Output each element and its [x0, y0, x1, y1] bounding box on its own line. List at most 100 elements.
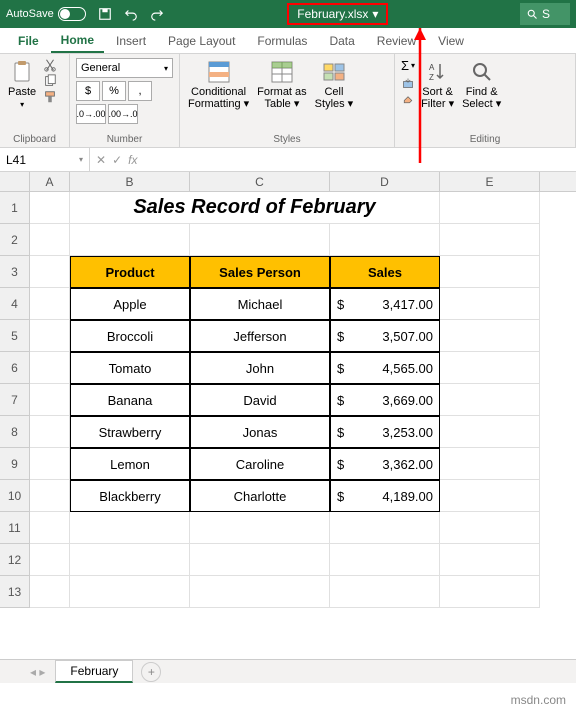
cell[interactable]: Charlotte	[190, 480, 330, 512]
cell[interactable]: Broccoli	[70, 320, 190, 352]
paste-button[interactable]: Paste ▾	[6, 58, 38, 111]
cell[interactable]: Caroline	[190, 448, 330, 480]
cell[interactable]: Apple	[70, 288, 190, 320]
cell[interactable]	[70, 224, 190, 256]
cell[interactable]	[70, 512, 190, 544]
cell[interactable]	[440, 352, 540, 384]
cell[interactable]	[30, 352, 70, 384]
cell[interactable]	[30, 256, 70, 288]
cell[interactable]	[190, 224, 330, 256]
cell[interactable]	[440, 448, 540, 480]
tab-formulas[interactable]: Formulas	[247, 30, 317, 52]
cell[interactable]: Michael	[190, 288, 330, 320]
percent-format-button[interactable]: %	[102, 81, 126, 101]
increase-decimal-button[interactable]: .0→.00	[76, 104, 106, 124]
col-header-d[interactable]: D	[330, 172, 440, 191]
cell[interactable]	[30, 224, 70, 256]
cell[interactable]: $3,253.00	[330, 416, 440, 448]
undo-icon[interactable]	[122, 5, 140, 23]
add-sheet-button[interactable]: +	[141, 662, 161, 682]
cell[interactable]: Sales	[330, 256, 440, 288]
cell[interactable]	[30, 544, 70, 576]
row-header[interactable]: 9	[0, 448, 30, 480]
cell[interactable]	[440, 544, 540, 576]
cancel-icon[interactable]: ✕	[96, 153, 106, 167]
copy-icon[interactable]	[42, 74, 58, 88]
row-header[interactable]: 6	[0, 352, 30, 384]
tab-page-layout[interactable]: Page Layout	[158, 30, 245, 52]
cell[interactable]	[330, 512, 440, 544]
cell[interactable]	[440, 256, 540, 288]
cell[interactable]: Sales Person	[190, 256, 330, 288]
cell[interactable]: Jefferson	[190, 320, 330, 352]
select-all-corner[interactable]	[0, 172, 30, 191]
cell[interactable]	[190, 544, 330, 576]
row-header[interactable]: 10	[0, 480, 30, 512]
cell[interactable]	[70, 576, 190, 608]
col-header-c[interactable]: C	[190, 172, 330, 191]
row-header[interactable]: 4	[0, 288, 30, 320]
cell[interactable]	[330, 544, 440, 576]
row-header[interactable]: 11	[0, 512, 30, 544]
cell[interactable]	[330, 224, 440, 256]
tab-home[interactable]: Home	[51, 29, 104, 53]
tab-file[interactable]: File	[8, 30, 49, 52]
cell[interactable]	[440, 480, 540, 512]
redo-icon[interactable]	[148, 5, 166, 23]
cell[interactable]: $3,362.00	[330, 448, 440, 480]
cell[interactable]	[440, 288, 540, 320]
cell[interactable]	[30, 416, 70, 448]
spreadsheet-grid[interactable]: A B C D E 1Sales Record of February23Pro…	[0, 172, 576, 608]
format-painter-icon[interactable]	[42, 90, 58, 104]
row-header[interactable]: 8	[0, 416, 30, 448]
tab-insert[interactable]: Insert	[106, 30, 156, 52]
cell[interactable]	[440, 192, 540, 224]
cell[interactable]	[30, 384, 70, 416]
row-header[interactable]: 12	[0, 544, 30, 576]
cell[interactable]	[440, 512, 540, 544]
cell[interactable]: Lemon	[70, 448, 190, 480]
cell[interactable]: David	[190, 384, 330, 416]
cell-styles-button[interactable]: CellStyles ▾	[313, 58, 356, 112]
cell[interactable]	[30, 512, 70, 544]
tab-view[interactable]: View	[428, 30, 474, 52]
row-header[interactable]: 7	[0, 384, 30, 416]
row-header[interactable]: 5	[0, 320, 30, 352]
cell[interactable]: John	[190, 352, 330, 384]
cell[interactable]: Blackberry	[70, 480, 190, 512]
row-header[interactable]: 2	[0, 224, 30, 256]
enter-icon[interactable]: ✓	[112, 153, 122, 167]
fill-button[interactable]	[401, 77, 415, 89]
fx-icon[interactable]: fx	[128, 153, 137, 167]
cut-icon[interactable]	[42, 58, 58, 72]
row-header[interactable]: 13	[0, 576, 30, 608]
sheet-nav[interactable]: ◂ ▸	[30, 665, 45, 679]
cell[interactable]	[30, 320, 70, 352]
cell[interactable]	[30, 288, 70, 320]
cell[interactable]: $3,507.00	[330, 320, 440, 352]
conditional-formatting-button[interactable]: ConditionalFormatting ▾	[186, 58, 251, 112]
cell[interactable]	[440, 224, 540, 256]
decrease-decimal-button[interactable]: .00→.0	[108, 104, 138, 124]
comma-format-button[interactable]: ,	[128, 81, 152, 101]
currency-format-button[interactable]: $	[76, 81, 100, 101]
cell[interactable]: $3,669.00	[330, 384, 440, 416]
save-icon[interactable]	[96, 5, 114, 23]
number-format-dropdown[interactable]: General ▾	[76, 58, 173, 78]
cell[interactable]	[30, 576, 70, 608]
cell[interactable]	[30, 192, 70, 224]
cell[interactable]: Jonas	[190, 416, 330, 448]
sort-filter-button[interactable]: AZ Sort &Filter ▾	[419, 58, 456, 112]
cell[interactable]	[70, 544, 190, 576]
col-header-b[interactable]: B	[70, 172, 190, 191]
cell[interactable]: Tomato	[70, 352, 190, 384]
tab-data[interactable]: Data	[319, 30, 364, 52]
cell[interactable]: $4,565.00	[330, 352, 440, 384]
cell[interactable]: Product	[70, 256, 190, 288]
find-select-button[interactable]: Find &Select ▾	[460, 58, 503, 112]
filename-display[interactable]: February.xlsx ▾	[287, 3, 388, 25]
sheet-tab-february[interactable]: February	[55, 660, 133, 683]
name-box[interactable]: L41 ▾	[0, 148, 90, 171]
col-header-e[interactable]: E	[440, 172, 540, 191]
col-header-a[interactable]: A	[30, 172, 70, 191]
